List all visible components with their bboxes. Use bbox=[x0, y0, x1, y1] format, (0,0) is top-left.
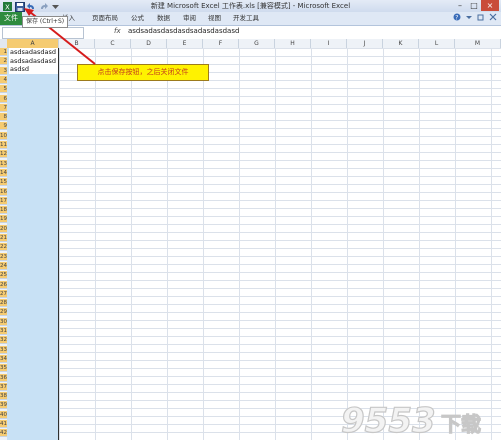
minimize-button[interactable]: – bbox=[453, 0, 467, 11]
close-icon[interactable] bbox=[489, 13, 497, 23]
formula-input[interactable]: asdsadasdasdasdsadasdasdasd bbox=[128, 27, 239, 35]
row-header[interactable]: 21 bbox=[0, 234, 7, 242]
column-header-k[interactable]: K bbox=[383, 39, 419, 48]
row-header[interactable]: 14 bbox=[0, 168, 7, 177]
row-header[interactable]: 11 bbox=[0, 141, 7, 149]
row-header[interactable]: 2 bbox=[0, 57, 7, 66]
row-header[interactable]: 23 bbox=[0, 252, 7, 261]
save-tooltip: 保存 (Ctrl+S) bbox=[22, 16, 69, 28]
column-header-a[interactable]: A bbox=[7, 39, 59, 48]
window-title: 新建 Microsoft Excel 工作表.xls [兼容模式] - Micr… bbox=[150, 2, 351, 10]
row-header[interactable]: 35 bbox=[0, 364, 7, 373]
site-watermark: 9553 下载 bbox=[340, 398, 491, 440]
row-header[interactable]: 3 bbox=[0, 66, 7, 75]
cell-a1[interactable]: asdsadasdasdasdsadasdasdasdsd bbox=[9, 48, 58, 74]
window-controls: – □ × bbox=[453, 0, 499, 12]
row-header[interactable]: 7 bbox=[0, 103, 7, 112]
row-header[interactable]: 25 bbox=[0, 271, 7, 280]
row-header[interactable]: 20 bbox=[0, 224, 7, 233]
tab-review[interactable]: 审阅 bbox=[183, 12, 196, 25]
selected-column-a[interactable] bbox=[7, 48, 59, 440]
svg-text:9553: 9553 bbox=[341, 401, 436, 438]
row-header[interactable]: 9 bbox=[0, 122, 7, 131]
svg-text:?: ? bbox=[455, 14, 458, 21]
row-header[interactable]: 32 bbox=[0, 336, 7, 345]
row-header[interactable]: 27 bbox=[0, 289, 7, 298]
row-headers: 1 2 3 4 5 6 7 8 9 10 11 12 13 14 15 16 17 18 19 20 21 22 23 24 2… bbox=[0, 48, 7, 440]
row-header[interactable]: 8 bbox=[0, 113, 7, 122]
cell-grid[interactable] bbox=[7, 48, 501, 440]
row-header[interactable]: 5 bbox=[0, 85, 7, 94]
row-header[interactable]: 13 bbox=[0, 159, 7, 168]
ribbon-minimize-icon[interactable] bbox=[465, 13, 473, 23]
row-header[interactable]: 12 bbox=[0, 150, 7, 159]
row-header[interactable]: 24 bbox=[0, 261, 7, 270]
row-header[interactable]: 16 bbox=[0, 187, 7, 196]
row-header[interactable]: 31 bbox=[0, 327, 7, 335]
column-header-j[interactable]: J bbox=[347, 39, 383, 48]
column-header-f[interactable]: F bbox=[203, 39, 239, 48]
row-header[interactable]: 34 bbox=[0, 354, 7, 363]
row-header[interactable]: 28 bbox=[0, 299, 7, 308]
help-icon[interactable]: ? bbox=[453, 13, 461, 23]
name-box[interactable] bbox=[2, 27, 84, 39]
tab-developer[interactable]: 开发工具 bbox=[233, 12, 259, 25]
close-button[interactable]: × bbox=[481, 0, 499, 11]
column-header-m[interactable]: M bbox=[455, 39, 501, 48]
column-header-l[interactable]: L bbox=[419, 39, 455, 48]
row-header[interactable]: 4 bbox=[0, 75, 7, 84]
row-header[interactable]: 37 bbox=[0, 382, 7, 391]
row-header[interactable]: 19 bbox=[0, 215, 7, 224]
column-header-c[interactable]: C bbox=[95, 39, 131, 48]
row-header[interactable]: 30 bbox=[0, 317, 7, 326]
row-header[interactable]: 42 bbox=[0, 429, 7, 438]
column-header-h[interactable]: H bbox=[275, 39, 311, 48]
tab-data[interactable]: 数据 bbox=[157, 12, 170, 25]
restore-icon[interactable] bbox=[477, 13, 485, 23]
column-header-e[interactable]: E bbox=[167, 39, 203, 48]
row-header[interactable]: 29 bbox=[0, 308, 7, 317]
row-header[interactable]: 6 bbox=[0, 94, 7, 103]
column-header-b[interactable]: B bbox=[59, 39, 95, 48]
row-header[interactable]: 36 bbox=[0, 373, 7, 382]
maximize-button[interactable]: □ bbox=[467, 0, 481, 11]
row-header[interactable]: 38 bbox=[0, 392, 7, 401]
row-header[interactable]: 18 bbox=[0, 206, 7, 215]
row-header[interactable]: 22 bbox=[0, 243, 7, 252]
tab-file[interactable]: 文件 bbox=[0, 12, 22, 25]
row-header[interactable]: 26 bbox=[0, 280, 7, 289]
instruction-callout: 点击保存按钮，之后关闭文件 bbox=[77, 64, 209, 81]
tab-formulas[interactable]: 公式 bbox=[131, 12, 144, 25]
row-header[interactable]: 40 bbox=[0, 410, 7, 419]
column-header-i[interactable]: I bbox=[311, 39, 347, 48]
row-header[interactable]: 17 bbox=[0, 196, 7, 205]
row-header[interactable]: 15 bbox=[0, 178, 7, 187]
row-header[interactable]: 39 bbox=[0, 401, 7, 410]
ribbon-right-controls: ? bbox=[453, 13, 497, 23]
fx-icon[interactable]: fx bbox=[114, 27, 121, 35]
svg-text:下载: 下载 bbox=[441, 412, 481, 436]
column-header-d[interactable]: D bbox=[131, 39, 167, 48]
column-header-g[interactable]: G bbox=[239, 39, 275, 48]
row-header[interactable]: 33 bbox=[0, 345, 7, 354]
tab-view[interactable]: 视图 bbox=[208, 12, 221, 25]
row-header[interactable]: 1 bbox=[0, 48, 7, 56]
formula-bar: fx asdsadasdasdasdsadasdasdasd bbox=[0, 26, 501, 40]
row-header[interactable]: 10 bbox=[0, 131, 7, 140]
row-header[interactable]: 41 bbox=[0, 420, 7, 428]
ribbon-tabs: 文件 插入 页面布局 公式 数据 审阅 视图 开发工具 ? bbox=[0, 12, 501, 26]
tab-page-layout[interactable]: 页面布局 bbox=[92, 12, 118, 25]
